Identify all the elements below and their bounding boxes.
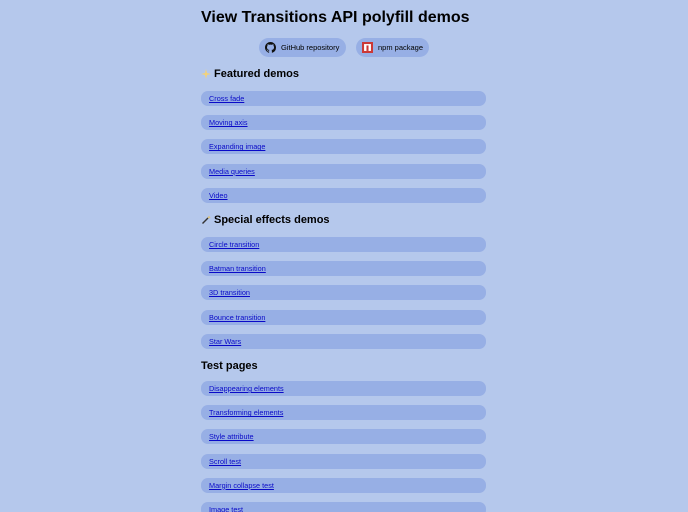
page: View Transitions API polyfill demos GitH… xyxy=(0,0,688,512)
github-repository-link[interactable]: GitHub repository xyxy=(259,38,346,57)
special-demo-link[interactable]: Batman transition xyxy=(201,261,486,277)
github-icon xyxy=(265,42,276,53)
test-page-link[interactable]: Scroll test xyxy=(201,453,486,469)
special-effects-heading: Special effects demos xyxy=(201,213,330,227)
special-effects-title: Special effects demos xyxy=(214,214,330,226)
featured-demos-list: Cross fade Moving axis Expanding image M… xyxy=(201,91,486,212)
test-page-link[interactable]: Transforming elements xyxy=(201,405,486,421)
test-pages-title: Test pages xyxy=(201,360,258,372)
special-effects-list: Circle transition Batman transition 3D t… xyxy=(201,237,486,358)
featured-demos-title: Featured demos xyxy=(214,68,299,80)
test-page-link[interactable]: Margin collapse test xyxy=(201,477,486,493)
special-demo-link[interactable]: Bounce transition xyxy=(201,309,486,325)
special-demo-link[interactable]: Star Wars xyxy=(201,333,486,349)
npm-icon xyxy=(362,42,373,53)
test-pages-heading: Test pages xyxy=(201,359,258,373)
test-page-link[interactable]: Style attribute xyxy=(201,429,486,445)
featured-demos-heading: Featured demos xyxy=(201,67,299,81)
featured-demo-link[interactable]: Media queries xyxy=(201,163,486,179)
npm-package-link[interactable]: npm package xyxy=(356,38,429,57)
featured-demo-link[interactable]: Moving axis xyxy=(201,115,486,131)
featured-demo-link[interactable]: Expanding image xyxy=(201,139,486,155)
special-demo-link[interactable]: Circle transition xyxy=(201,237,486,252)
sparkle-icon xyxy=(201,69,211,79)
special-demo-link[interactable]: 3D transition xyxy=(201,285,486,301)
page-title: View Transitions API polyfill demos xyxy=(201,9,470,26)
magic-wand-icon xyxy=(201,215,211,225)
featured-demo-link[interactable]: Cross fade xyxy=(201,91,486,106)
npm-package-label: npm package xyxy=(378,43,424,52)
test-page-link[interactable]: Image test xyxy=(201,501,486,512)
test-pages-list: Disappearing elements Transforming eleme… xyxy=(201,381,486,512)
test-page-link[interactable]: Disappearing elements xyxy=(201,381,486,396)
repo-links: GitHub repository npm package xyxy=(0,38,688,57)
github-repository-label: GitHub repository xyxy=(281,43,340,52)
featured-demo-link[interactable]: Video xyxy=(201,187,486,203)
